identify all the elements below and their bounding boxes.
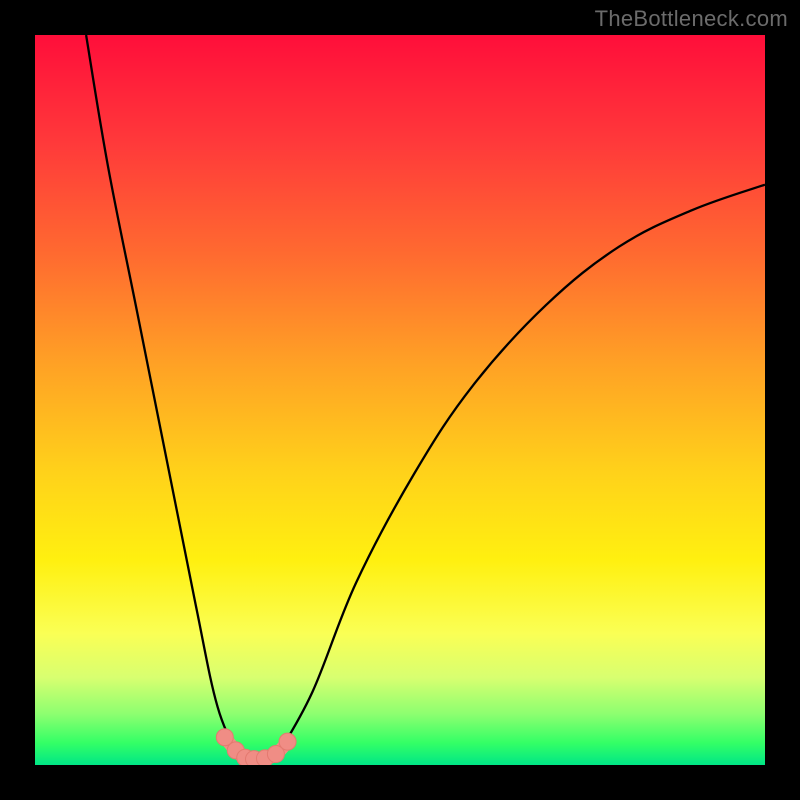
bottleneck-curve-left-path <box>86 35 239 758</box>
plot-area <box>35 35 765 765</box>
marker-group <box>216 729 296 765</box>
marker-dot <box>279 733 296 750</box>
curve-layer <box>35 35 765 765</box>
chart-frame: TheBottleneck.com <box>0 0 800 800</box>
bottleneck-curve-right-path <box>276 185 765 758</box>
watermark-text: TheBottleneck.com <box>595 6 788 32</box>
